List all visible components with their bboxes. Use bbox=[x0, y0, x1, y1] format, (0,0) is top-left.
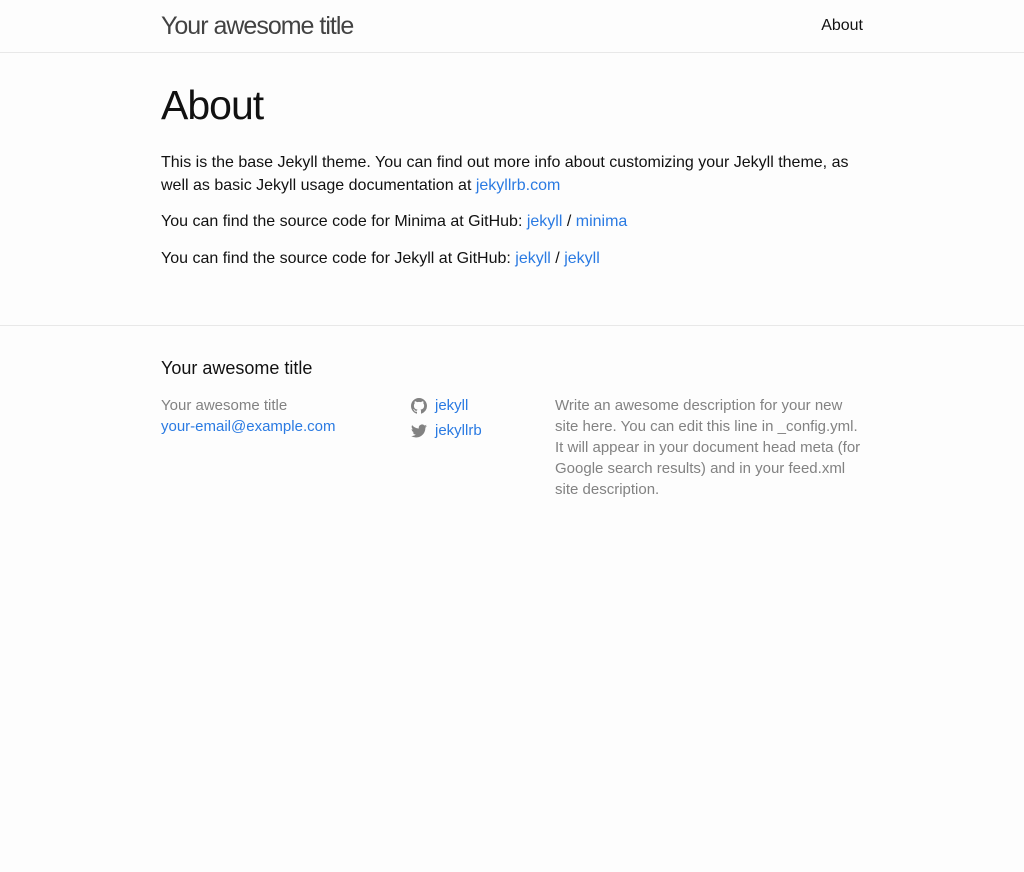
jekyll-source-paragraph: You can find the source code for Jekyll … bbox=[161, 247, 863, 270]
footer-site-name: Your awesome title bbox=[161, 397, 288, 414]
footer-email-link[interactable]: your-email@example.com bbox=[161, 418, 335, 435]
slash-separator: / bbox=[562, 213, 576, 230]
nav-link-about[interactable]: About bbox=[821, 17, 863, 34]
github-link[interactable]: jekyll bbox=[435, 395, 468, 416]
slash-separator: / bbox=[550, 250, 565, 267]
intro-paragraph: This is the base Jekyll theme. You can f… bbox=[161, 151, 863, 197]
minima-source-text: You can find the source code for Minima … bbox=[161, 213, 527, 230]
social-twitter-item[interactable]: jekyllrb bbox=[411, 420, 482, 441]
site-nav: About bbox=[821, 16, 863, 36]
site-footer: Your awesome title Your awesome title yo… bbox=[0, 326, 1024, 871]
jekyll-repo-link[interactable]: jekyll bbox=[564, 250, 600, 267]
github-icon bbox=[411, 397, 427, 414]
minima-source-paragraph: You can find the source code for Minima … bbox=[161, 210, 863, 233]
page-title: About bbox=[161, 82, 264, 128]
jekyllrb-link[interactable]: jekyllrb.com bbox=[476, 177, 560, 194]
social-github-item[interactable]: jekyll bbox=[411, 395, 482, 416]
twitter-link[interactable]: jekyllrb bbox=[435, 420, 482, 441]
jekyll-source-text: You can find the source code for Jekyll … bbox=[161, 250, 516, 267]
site-header: Your awesome title About bbox=[0, 0, 1024, 53]
footer-contact-column: Your awesome title your-email@example.co… bbox=[161, 395, 335, 437]
footer-heading: Your awesome title bbox=[161, 358, 313, 378]
site-description: Write an awesome description for your ne… bbox=[555, 397, 861, 498]
twitter-icon bbox=[411, 423, 427, 439]
footer-description-column: Write an awesome description for your ne… bbox=[555, 395, 865, 500]
page-content: About This is the base Jekyll theme. You… bbox=[0, 53, 1024, 326]
minima-repo-link[interactable]: minima bbox=[576, 213, 628, 230]
minima-owner-link[interactable]: jekyll bbox=[527, 213, 563, 230]
footer-social-column: jekyll jekyllrb bbox=[411, 395, 482, 445]
jekyll-owner-link[interactable]: jekyll bbox=[515, 250, 551, 267]
site-title-link[interactable]: Your awesome title bbox=[161, 11, 354, 41]
